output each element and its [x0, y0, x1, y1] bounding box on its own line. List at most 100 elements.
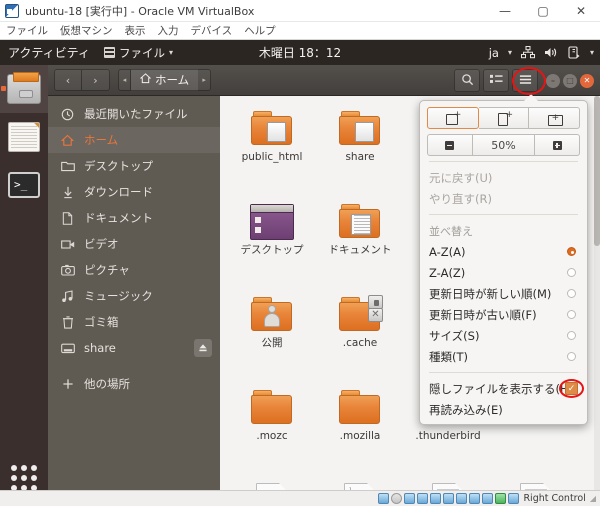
- radio-sort-za[interactable]: [567, 268, 576, 277]
- radio-sort-az[interactable]: [567, 247, 576, 256]
- camera-icon: [60, 264, 75, 276]
- radio-sort-oldest[interactable]: [567, 310, 576, 319]
- sidebar-item-downloads[interactable]: ダウンロード: [48, 179, 220, 205]
- tray-chevron-icon[interactable]: ▾: [590, 48, 594, 57]
- scrollbar-thumb[interactable]: [594, 96, 600, 246]
- new-window-icon: [547, 112, 563, 126]
- sidebar-item-other-locations[interactable]: 他の場所: [48, 371, 220, 397]
- zoom-in-button[interactable]: [535, 134, 580, 156]
- display-icon[interactable]: [456, 493, 468, 504]
- sidebar-label-other-locations: 他の場所: [84, 377, 130, 391]
- host-maximize-button[interactable]: ▢: [524, 0, 562, 22]
- sidebar-item-pictures[interactable]: ピクチャ: [48, 257, 220, 283]
- menu-item-sort-newest[interactable]: 更新日時が新しい順(M): [420, 283, 587, 304]
- new-window-button[interactable]: [529, 107, 581, 129]
- host-menu-machine[interactable]: 仮想マシン: [60, 23, 113, 38]
- radio-sort-newest[interactable]: [567, 289, 576, 298]
- menu-item-sort-oldest[interactable]: 更新日時が古い順(F): [420, 304, 587, 325]
- harddisk-icon[interactable]: [378, 493, 390, 504]
- sidebar-item-recent[interactable]: 最近開いたファイル: [48, 101, 220, 127]
- file-item[interactable]: public_html: [228, 106, 316, 199]
- activities-button[interactable]: アクティビティ: [8, 44, 90, 61]
- menu-item-sort-size[interactable]: サイズ(S): [420, 325, 587, 346]
- host-menu-input[interactable]: 入力: [158, 23, 179, 38]
- hamburger-menu-button[interactable]: [512, 69, 538, 92]
- sidebar-item-desktop[interactable]: デスクトップ: [48, 153, 220, 179]
- add-bookmark-button[interactable]: [478, 107, 530, 129]
- menu-label-sort-az: A-Z(A): [429, 244, 466, 259]
- file-item[interactable]: デスクトップ: [228, 199, 316, 292]
- menu-item-show-hidden[interactable]: 隠しファイルを表示する(H) ✓: [420, 378, 587, 399]
- menu-item-undo[interactable]: 元に戻す(U): [420, 167, 587, 188]
- radio-sort-size[interactable]: [567, 331, 576, 340]
- file-item[interactable]: share: [316, 106, 404, 199]
- guest-window-controls: – □ ✕: [546, 73, 594, 88]
- sidebar-item-videos[interactable]: ビデオ: [48, 231, 220, 257]
- launcher-item-text-editor[interactable]: [0, 113, 48, 161]
- menu-item-sort-type[interactable]: 種類(T): [420, 346, 587, 367]
- file-item[interactable]: 1101011010 .ICEauthority: [316, 478, 404, 490]
- view-options-button[interactable]: [483, 69, 509, 92]
- host-key-icon[interactable]: [508, 493, 520, 504]
- search-button[interactable]: [454, 69, 480, 92]
- sidebar-item-music[interactable]: ミュージック: [48, 283, 220, 309]
- menu-item-sort-za[interactable]: Z-A(Z): [420, 262, 587, 283]
- file-item[interactable]: ドキュメント: [316, 199, 404, 292]
- sidebar-item-share[interactable]: share: [48, 335, 220, 361]
- file-item[interactable]: ✕ .cache: [316, 292, 404, 385]
- code-file-icon: </>: [256, 483, 288, 490]
- floppy-icon[interactable]: [404, 493, 416, 504]
- menu-separator: [429, 214, 578, 215]
- new-folder-icon: [446, 111, 461, 125]
- back-button[interactable]: ‹: [54, 69, 82, 91]
- host-menu-help[interactable]: ヘルプ: [244, 23, 276, 38]
- optical-disk-icon[interactable]: [391, 493, 403, 504]
- vertical-scrollbar[interactable]: [594, 96, 600, 490]
- file-item[interactable]: .bash_logout: [492, 478, 580, 490]
- host-menu-devices[interactable]: デバイス: [191, 23, 233, 38]
- host-close-button[interactable]: ✕: [562, 0, 600, 22]
- file-item[interactable]: </> composer-setup.php: [228, 478, 316, 490]
- input-source-chevron-icon[interactable]: ▾: [508, 48, 512, 57]
- file-item[interactable]: .mozilla: [316, 385, 404, 478]
- menu-item-redo[interactable]: やり直す(R): [420, 188, 587, 209]
- file-item[interactable]: .bash_history: [404, 478, 492, 490]
- zoom-out-button[interactable]: [427, 134, 473, 156]
- forward-button[interactable]: ›: [82, 69, 110, 91]
- guest-minimize-button[interactable]: –: [546, 73, 560, 88]
- host-menu-file[interactable]: ファイル: [6, 23, 48, 38]
- file-item[interactable]: .mozc: [228, 385, 316, 478]
- path-scroll-right-icon[interactable]: ▸: [198, 69, 212, 91]
- volume-icon[interactable]: [544, 46, 558, 59]
- shared-folders-icon[interactable]: [443, 493, 455, 504]
- zoom-level-label[interactable]: 50%: [472, 134, 536, 156]
- recording-icon[interactable]: [469, 493, 481, 504]
- path-scroll-left-icon[interactable]: ◂: [118, 69, 131, 91]
- guest-maximize-button[interactable]: □: [563, 73, 577, 88]
- menu-item-sort-az[interactable]: A-Z(A): [420, 241, 587, 262]
- usb-icon[interactable]: [430, 493, 442, 504]
- file-item[interactable]: 公開: [228, 292, 316, 385]
- new-folder-button[interactable]: [427, 107, 479, 129]
- files-app-icon: [103, 47, 115, 58]
- menu-item-reload[interactable]: 再読み込み(E): [420, 399, 587, 420]
- host-menu-view[interactable]: 表示: [125, 23, 146, 38]
- launcher-item-files[interactable]: [0, 65, 48, 113]
- launcher-item-terminal[interactable]: >_: [0, 161, 48, 209]
- sidebar-item-documents[interactable]: ドキュメント: [48, 205, 220, 231]
- eject-button[interactable]: [194, 339, 212, 357]
- host-minimize-button[interactable]: —: [486, 0, 524, 22]
- network-icon[interactable]: [520, 46, 535, 59]
- sidebar-item-trash[interactable]: ゴミ箱: [48, 309, 220, 335]
- guest-additions-icon[interactable]: [495, 493, 507, 504]
- app-menu-button[interactable]: ファイル ▾: [103, 45, 173, 61]
- input-source-label[interactable]: ja: [489, 46, 499, 60]
- radio-sort-type[interactable]: [567, 352, 576, 361]
- network-icon[interactable]: [417, 493, 429, 504]
- power-icon[interactable]: [567, 46, 581, 59]
- mouse-icon[interactable]: [482, 493, 494, 504]
- guest-close-button[interactable]: ✕: [580, 73, 594, 88]
- sidebar-item-home[interactable]: ホーム: [48, 127, 220, 153]
- resize-grip-icon[interactable]: ◢: [590, 494, 596, 503]
- breadcrumb-item-home[interactable]: ホーム: [131, 69, 199, 91]
